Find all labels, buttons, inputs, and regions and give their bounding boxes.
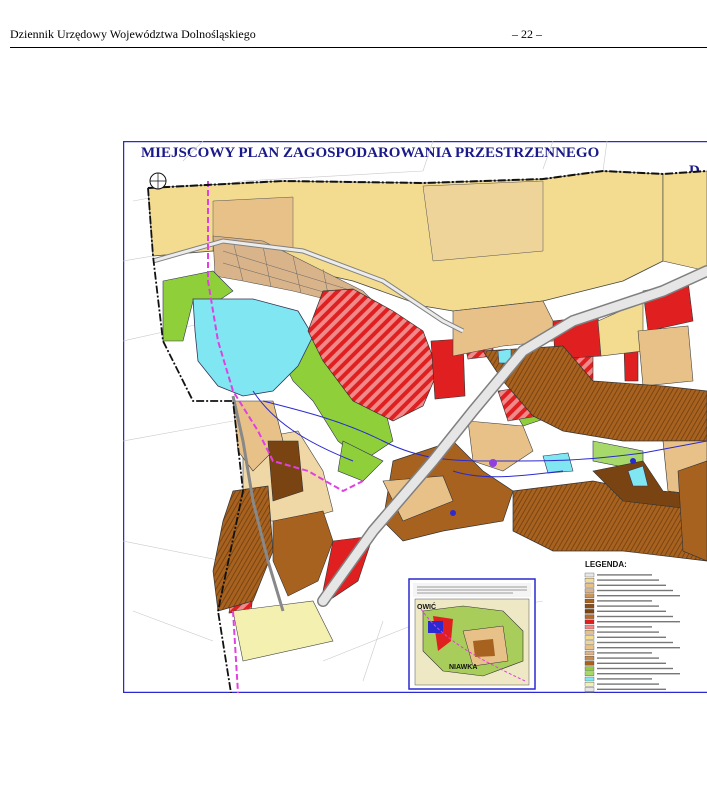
zone-parcel <box>662 170 707 272</box>
legend-entry-text <box>597 673 680 675</box>
legend-entry-text <box>597 610 666 612</box>
legend-swatch <box>584 645 595 650</box>
map-title: MIEJSCOWY PLAN ZAGOSPODAROWANIA PRZESTRZ… <box>141 145 599 161</box>
legend-swatch <box>584 609 595 614</box>
inset-map: OWIĆ NIAWKA <box>408 578 536 690</box>
legend-entry-text <box>597 631 659 633</box>
legend-entry-text <box>597 595 680 597</box>
inset-place-label: OWIĆ <box>417 602 436 611</box>
legend-swatch <box>584 676 595 682</box>
legend-entry-text <box>597 615 673 618</box>
legend-entry-text <box>597 605 659 607</box>
legend-entry-text <box>597 657 659 659</box>
legend-entry-text <box>597 652 652 654</box>
inset-area <box>473 639 495 657</box>
legend-entry-text <box>597 579 659 581</box>
legend-swatch <box>584 635 595 640</box>
legend-swatch <box>584 583 595 588</box>
legend-entry-text <box>597 574 652 576</box>
legend-entry-text <box>597 621 680 623</box>
legend-swatch <box>584 593 595 598</box>
legend-swatch <box>584 604 595 609</box>
legend-swatch <box>584 661 595 666</box>
legend-entry-text <box>597 678 652 680</box>
legend-entry-text <box>597 584 666 586</box>
legend-swatch <box>584 656 595 661</box>
page-number: – 22 – <box>512 27 542 41</box>
legend-swatch <box>584 682 595 687</box>
legend-entry-text <box>597 683 659 685</box>
inset-area <box>428 621 443 633</box>
legend-swatch <box>584 671 595 676</box>
legend-entry-text <box>597 662 666 664</box>
legend-entry-text <box>597 589 673 592</box>
legend-swatch <box>584 687 595 692</box>
map-symbol <box>630 458 636 464</box>
map-symbol <box>489 459 497 467</box>
legend-swatch <box>584 578 595 583</box>
legend-swatch <box>584 624 595 630</box>
legend-swatch <box>584 630 595 635</box>
legend-entry-text <box>597 641 673 644</box>
page-header: Dziennik Urzędowy Województwa Dolnośląsk… <box>10 25 707 48</box>
legend-swatch <box>584 640 595 645</box>
legend-entry-text <box>597 626 652 628</box>
zoning-plan-map: MIEJSCOWY PLAN ZAGOSPODAROWANIA PRZESTRZ… <box>123 141 707 693</box>
residential-zone-tan <box>637 325 694 387</box>
legend-swatch <box>584 650 595 656</box>
legend-entry-text <box>597 667 673 670</box>
legend-title: LEGENDA: <box>585 560 627 569</box>
legend-swatch <box>584 666 595 671</box>
dark-brown-zone <box>267 440 304 502</box>
legend-entry-text <box>597 636 666 638</box>
journal-title: Dziennik Urzędowy Województwa Dolnośląsk… <box>10 27 256 41</box>
map-symbol <box>450 510 456 516</box>
legend-swatch <box>584 614 595 619</box>
legend-swatch <box>584 572 595 578</box>
water-feature <box>542 452 574 474</box>
legend-swatch <box>584 588 595 593</box>
zone-parcel <box>422 180 544 262</box>
inset-place-label: NIAWKA <box>449 664 477 671</box>
legend-swatch <box>584 619 595 624</box>
legend-entry-text <box>597 688 666 690</box>
legend-swatch <box>584 598 595 604</box>
legend-entry-text <box>597 647 680 649</box>
legend-entry-text <box>597 600 652 602</box>
